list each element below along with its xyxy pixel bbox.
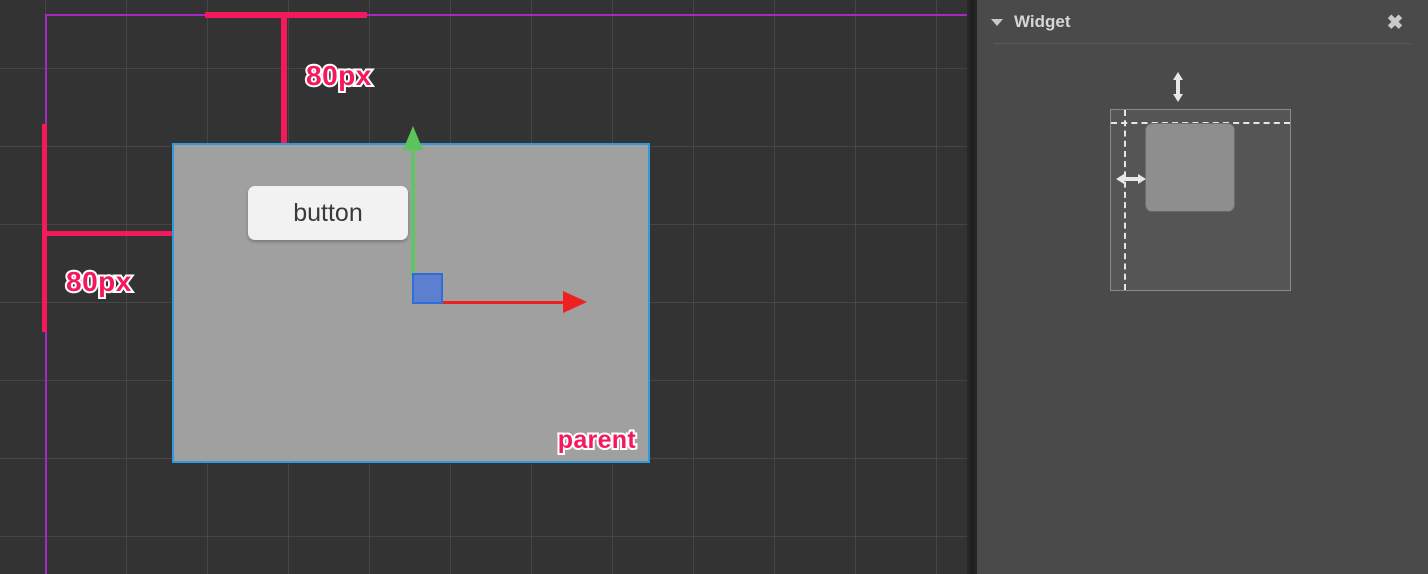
gizmo-y-axis-line[interactable] — [411, 148, 415, 276]
widget-inspector-panel: Widget ✖ Top 80.00px — [977, 0, 1428, 574]
parent-node-label: parent — [556, 424, 638, 456]
scene-canvas[interactable]: 80px 80px parent button — [0, 0, 977, 574]
panel-header[interactable]: Widget — [977, 0, 1428, 44]
anchor-guide-vertical — [1124, 110, 1126, 290]
anchor-preview-area — [977, 55, 1428, 315]
anchor-preview-inner-rect — [1145, 123, 1235, 212]
arrow-up-down-icon — [1173, 72, 1183, 102]
chevron-down-icon[interactable] — [991, 18, 1003, 26]
app-root: 80px 80px parent button Widget ✖ Top 80 — [0, 0, 1428, 574]
gizmo-y-axis-arrow-icon[interactable] — [403, 126, 423, 150]
anchor-preview-box[interactable] — [1110, 72, 1291, 291]
measurement-label-left: 80px — [64, 264, 133, 299]
gizmo-x-axis-line[interactable] — [441, 301, 571, 304]
canvas-button-node[interactable]: button — [248, 186, 408, 240]
measurement-label-top: 80px — [304, 58, 373, 93]
gizmo-x-axis-arrow-icon[interactable] — [563, 291, 587, 313]
panel-title: Widget — [1014, 12, 1071, 31]
close-icon[interactable]: ✖ — [1384, 12, 1406, 34]
canvas-right-edge — [967, 0, 977, 574]
gizmo-pivot-handle[interactable] — [412, 273, 443, 304]
panel-divider — [994, 43, 1411, 44]
canvas-button-label: button — [293, 198, 363, 227]
arrow-left-right-icon — [1116, 174, 1146, 184]
